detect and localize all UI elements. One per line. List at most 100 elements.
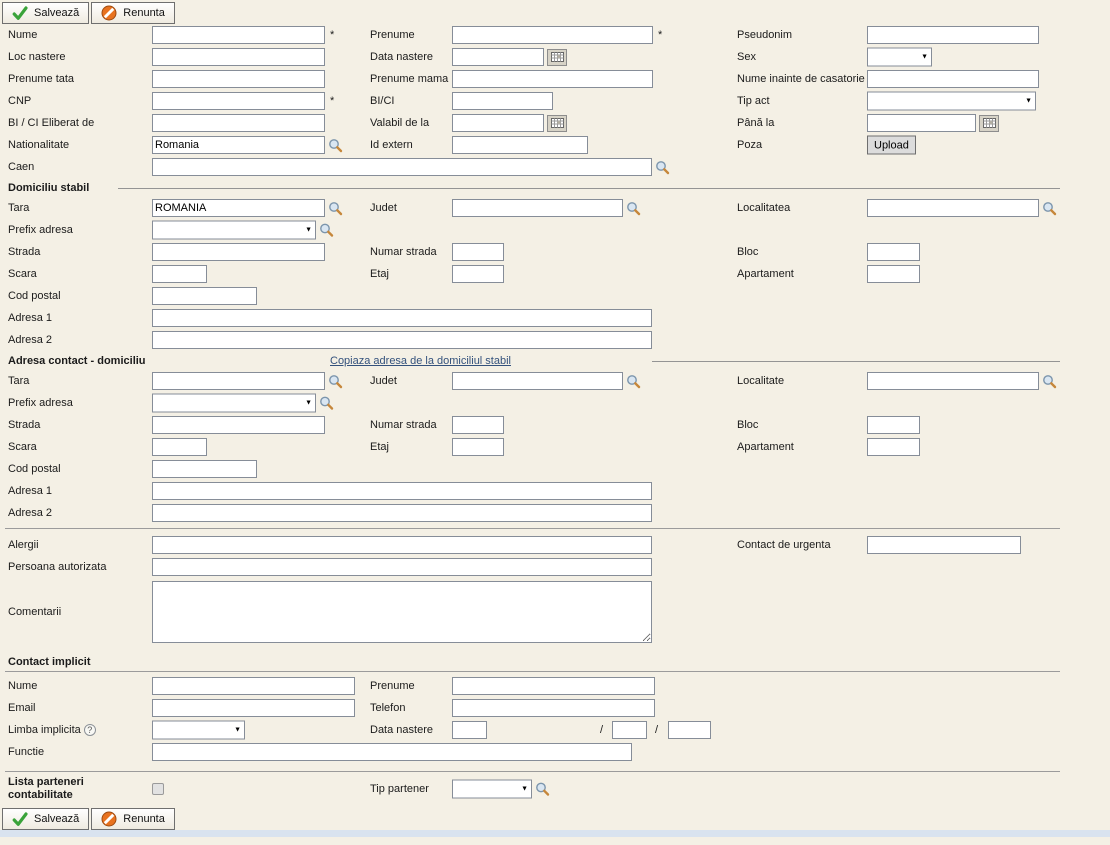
- search-icon[interactable]: [626, 201, 641, 216]
- row-dom-adresa2: Adresa 2: [0, 329, 1110, 351]
- calendar-button[interactable]: [979, 115, 999, 132]
- sex-select[interactable]: [867, 48, 932, 67]
- ctc-numar-input[interactable]: [452, 416, 504, 434]
- ctc-scara-label: Scara: [8, 441, 37, 453]
- bici-input[interactable]: [452, 92, 553, 110]
- search-icon[interactable]: [328, 201, 343, 216]
- dom-etaj-input[interactable]: [452, 265, 504, 283]
- ci-email-input[interactable]: [152, 699, 355, 717]
- dom-bloc-input[interactable]: [867, 243, 920, 261]
- search-icon[interactable]: [626, 374, 641, 389]
- copy-address-link[interactable]: Copiaza adresa de la domiciliul stabil: [330, 355, 511, 367]
- help-icon[interactable]: ?: [84, 724, 96, 736]
- prenume-tata-label: Prenume tata: [8, 73, 74, 85]
- ctc-etaj-input[interactable]: [452, 438, 504, 456]
- dom-cod-input[interactable]: [152, 287, 257, 305]
- ctc-strada-input[interactable]: [152, 416, 325, 434]
- save-button-label: Salvează: [34, 813, 79, 825]
- nume-input[interactable]: [152, 26, 325, 44]
- row-act: BI / CI Eliberat de Valabil de la Până l…: [0, 112, 1110, 134]
- prenume-input[interactable]: [452, 26, 653, 44]
- prenume-mama-input[interactable]: [452, 70, 653, 88]
- cancel-icon: [101, 811, 117, 827]
- cnp-input[interactable]: [152, 92, 325, 110]
- ci-nume-input[interactable]: [152, 677, 355, 695]
- dom-strada-input[interactable]: [152, 243, 325, 261]
- dom-adresa1-input[interactable]: [152, 309, 652, 327]
- row-ctc-strada: Strada Numar strada Bloc: [0, 414, 1110, 436]
- search-icon[interactable]: [1042, 374, 1057, 389]
- ctc-tara-input[interactable]: [152, 372, 325, 390]
- ctc-apartament-input[interactable]: [867, 438, 920, 456]
- ctc-prefix-select[interactable]: [152, 394, 316, 413]
- comentarii-textarea[interactable]: [152, 581, 652, 643]
- ci-data-nastere-label: Data nastere: [370, 724, 433, 736]
- nume-inainte-input[interactable]: [867, 70, 1039, 88]
- alergii-input[interactable]: [152, 536, 652, 554]
- ci-limba-select[interactable]: [152, 721, 245, 740]
- search-icon[interactable]: [319, 223, 334, 238]
- search-icon[interactable]: [655, 160, 670, 175]
- nationalitate-input[interactable]: [152, 136, 325, 154]
- dom-prefix-select[interactable]: [152, 221, 316, 240]
- dom-tara-input[interactable]: [152, 199, 325, 217]
- ci-nume-label: Nume: [8, 680, 37, 692]
- ci-telefon-input[interactable]: [452, 699, 655, 717]
- ctc-cod-input[interactable]: [152, 460, 257, 478]
- dom-cod-label: Cod postal: [8, 290, 61, 302]
- id-extern-input[interactable]: [452, 136, 588, 154]
- ctc-bloc-input[interactable]: [867, 416, 920, 434]
- section-divider: [5, 528, 1060, 529]
- dom-apartament-input[interactable]: [867, 265, 920, 283]
- tip-act-select[interactable]: [867, 92, 1036, 111]
- ci-data-luna-input[interactable]: [612, 721, 647, 739]
- loc-nastere-input[interactable]: [152, 48, 325, 66]
- search-icon[interactable]: [328, 374, 343, 389]
- dom-scara-input[interactable]: [152, 265, 207, 283]
- pana-la-input[interactable]: [867, 114, 976, 132]
- dom-numar-input[interactable]: [452, 243, 504, 261]
- cancel-button[interactable]: Renunta: [91, 2, 175, 24]
- cnp-label: CNP: [8, 95, 31, 107]
- ci-data-an-input[interactable]: [668, 721, 711, 739]
- dom-adresa2-label: Adresa 2: [8, 334, 52, 346]
- dom-judet-input[interactable]: [452, 199, 623, 217]
- search-icon[interactable]: [535, 782, 550, 797]
- valabil-input[interactable]: [452, 114, 544, 132]
- ctc-etaj-label: Etaj: [370, 441, 389, 453]
- ci-functie-input[interactable]: [152, 743, 632, 761]
- save-button[interactable]: Salvează: [2, 808, 89, 830]
- ctc-localitate-input[interactable]: [867, 372, 1039, 390]
- eliberat-input[interactable]: [152, 114, 325, 132]
- row-ctc-adresa2: Adresa 2: [0, 502, 1110, 524]
- calendar-button[interactable]: [547, 115, 567, 132]
- save-button[interactable]: Salvează: [2, 2, 89, 24]
- lista-parteneri-checkbox[interactable]: [152, 783, 164, 795]
- ci-data-zi-input[interactable]: [452, 721, 487, 739]
- search-icon[interactable]: [1042, 201, 1057, 216]
- row-nationalitate: Nationalitate Id extern Poza Upload: [0, 134, 1110, 156]
- ctc-scara-input[interactable]: [152, 438, 207, 456]
- check-icon: [12, 6, 28, 21]
- search-icon[interactable]: [319, 396, 334, 411]
- cancel-button[interactable]: Renunta: [91, 808, 175, 830]
- dom-localitate-input[interactable]: [867, 199, 1039, 217]
- section-divider: [5, 671, 1060, 672]
- persoana-autorizata-input[interactable]: [152, 558, 652, 576]
- data-nastere-input[interactable]: [452, 48, 544, 66]
- ctc-adresa2-label: Adresa 2: [8, 507, 52, 519]
- ctc-adresa1-input[interactable]: [152, 482, 652, 500]
- ctc-judet-input[interactable]: [452, 372, 623, 390]
- pseudonim-input[interactable]: [867, 26, 1039, 44]
- upload-button[interactable]: Upload: [867, 136, 916, 155]
- contact-urgenta-input[interactable]: [867, 536, 1021, 554]
- dom-adresa2-input[interactable]: [152, 331, 652, 349]
- ci-prenume-input[interactable]: [452, 677, 655, 695]
- prenume-tata-input[interactable]: [152, 70, 325, 88]
- calendar-button[interactable]: [547, 49, 567, 66]
- search-icon[interactable]: [328, 138, 343, 153]
- caen-input[interactable]: [152, 158, 652, 176]
- ctc-adresa2-input[interactable]: [152, 504, 652, 522]
- cancel-button-label: Renunta: [123, 7, 165, 19]
- tip-partener-select[interactable]: [452, 780, 532, 799]
